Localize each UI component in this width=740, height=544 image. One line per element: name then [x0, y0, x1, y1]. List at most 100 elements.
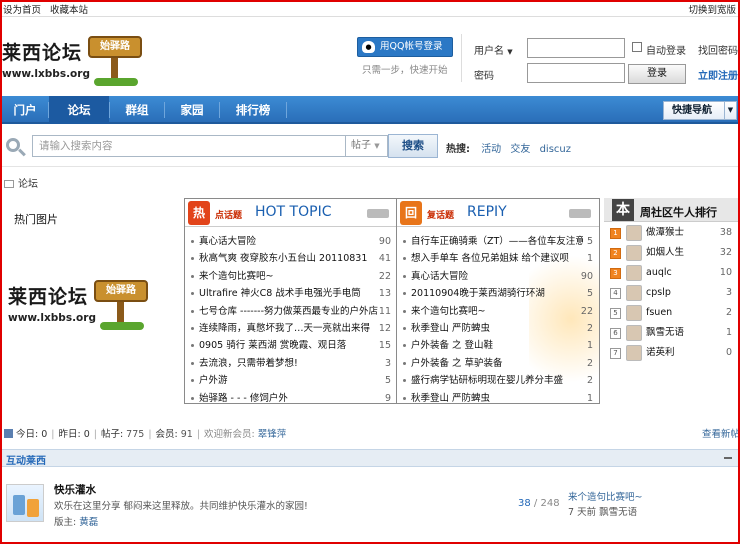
- hot-search-link[interactable]: 交友: [510, 144, 530, 155]
- view-new-posts-link[interactable]: 查看新帖: [702, 426, 740, 440]
- quick-nav-button[interactable]: 快捷导航 ▼: [663, 101, 737, 120]
- hot-pics-title: 热门图片: [14, 213, 58, 226]
- rank-title: 周社区牛人排行: [640, 206, 717, 219]
- list-item[interactable]: 户外装备 之 草驴装备 2: [397, 355, 599, 372]
- reply-panel: 回 复话题 REPIY 自行车正确骑乘（ZT）——各位车友注意 5 想入手单车 各…: [396, 198, 600, 404]
- signpost-icon: 始驿路: [94, 270, 150, 330]
- rank-row[interactable]: 4 cpslp 3: [608, 284, 738, 304]
- list-item[interactable]: 始驿路 - - - 修饲户外 9: [185, 390, 397, 403]
- avatar[interactable]: [626, 265, 642, 281]
- list-item[interactable]: 秋季登山 严防蜱虫 2: [397, 320, 599, 337]
- group-title[interactable]: 互动莱西: [6, 452, 46, 467]
- bookmark-link[interactable]: 收藏本站: [50, 5, 88, 16]
- hot-badge-icon: 热: [188, 201, 210, 225]
- moderator-link[interactable]: 黄磊: [79, 517, 98, 528]
- main-nav: 门户 论坛 群组 家园 排行榜: [2, 96, 738, 124]
- home-icon[interactable]: [4, 180, 14, 188]
- hot-search-link[interactable]: discuz: [540, 144, 571, 155]
- list-item[interactable]: 盛行病学钻研标明现在婴儿养分丰盛 2: [397, 372, 599, 389]
- list-item[interactable]: 连续降雨，真憋坏我了…天一亮就出来得 12: [185, 320, 397, 337]
- nav-item-home[interactable]: 家园: [165, 96, 219, 124]
- forum-title[interactable]: 快乐灌水: [54, 482, 96, 497]
- set-home-link[interactable]: 设为首页: [3, 5, 41, 16]
- avatar[interactable]: [626, 225, 642, 241]
- list-item[interactable]: 真心话大冒险 90: [185, 233, 397, 250]
- list-item[interactable]: 户外装备 之 登山鞋 1: [397, 337, 599, 354]
- rank-header: 本 周社区牛人排行: [604, 198, 738, 222]
- hot-pic-image[interactable]: 莱西论坛 www.lxbbs.org 始驿路: [8, 268, 150, 334]
- login-button[interactable]: 登录: [628, 64, 686, 84]
- breadcrumb-current[interactable]: 论坛: [18, 179, 38, 190]
- forum-counts: 38 / 248: [518, 498, 560, 509]
- rank-row[interactable]: 3 auqlc 10: [608, 264, 738, 284]
- rank-row[interactable]: 6 飘雪无语 1: [608, 324, 738, 344]
- list-item[interactable]: 自行车正确骑乘（ZT）——各位车友注意 5: [397, 233, 599, 250]
- rank-badge-icon: 本: [612, 199, 634, 221]
- reply-badge-icon: 回: [400, 201, 422, 225]
- nav-item-forum[interactable]: 论坛: [49, 96, 109, 124]
- rank-row[interactable]: 7 诺英利 0: [608, 344, 738, 364]
- hot-topic-panel: 热 点话题 HOT TOPIC 真心话大冒险 90 秋高气爽 夜穿胶东小五台山 2…: [184, 198, 398, 404]
- list-item[interactable]: 来个造句比赛吧~ 22: [185, 268, 397, 285]
- logo-url: www.lxbbs.org: [8, 312, 96, 324]
- list-item[interactable]: 户外游 5: [185, 372, 397, 389]
- username-input[interactable]: [527, 38, 625, 58]
- hot-search-link[interactable]: 活动: [481, 144, 501, 155]
- list-item[interactable]: 秋季登山 严防蜱虫 1: [397, 390, 599, 403]
- qq-login-label: 用QQ帐号登录: [380, 41, 443, 52]
- nav-item-groups[interactable]: 群组: [110, 96, 164, 124]
- switch-width-link[interactable]: 切换到宽版: [688, 2, 736, 16]
- register-link[interactable]: 立即注册: [698, 67, 738, 82]
- list-item[interactable]: 20110904晚于莱西湖骑行环湖 5: [397, 285, 599, 302]
- list-item[interactable]: Ultrafire 神火C8 战术手电强光手电筒 13: [185, 285, 397, 302]
- search-input[interactable]: 请输入搜索内容: [32, 135, 346, 157]
- qq-login-button[interactable]: ● 用QQ帐号登录: [357, 37, 453, 57]
- qq-login-tip: 只需一步，快速开始: [362, 65, 448, 76]
- rank-row[interactable]: 1 做潭猴士 38: [608, 224, 738, 244]
- chevron-down-icon: ▼: [374, 142, 380, 150]
- qq-penguin-icon: ●: [362, 41, 375, 53]
- avatar[interactable]: [626, 285, 642, 301]
- signpost-icon: 始驿路: [88, 26, 144, 86]
- weekly-rank-panel: 本 周社区牛人排行 1 做潭猴士 38 2 如烟人生 32 3 auqlc 10 4 cpsl…: [604, 198, 738, 364]
- new-member-link[interactable]: 翠锋萍: [258, 429, 287, 440]
- rank-row[interactable]: 2 如烟人生 32: [608, 244, 738, 264]
- top-divider: [0, 16, 740, 17]
- more-icon[interactable]: [367, 209, 389, 218]
- list-item[interactable]: 七号仓库 -------努力做莱西最专业的户外店 11: [185, 303, 397, 320]
- reply-header: 回 复话题 REPIY: [397, 199, 599, 227]
- list-item[interactable]: 想入手单车 各位兄弟姐妹 给个建议呗 1: [397, 250, 599, 267]
- forum-moderator: 版主: 黄磊: [54, 517, 99, 528]
- find-password-link[interactable]: 找回密码: [698, 42, 738, 57]
- auto-login-label: 自动登录: [646, 46, 686, 57]
- last-post-user[interactable]: 飘雪无语: [599, 507, 637, 518]
- quick-nav-label: 快捷导航: [672, 105, 712, 116]
- password-input[interactable]: [527, 63, 625, 83]
- avatar[interactable]: [626, 305, 642, 321]
- chevron-down-icon[interactable]: ▼: [507, 48, 512, 56]
- more-icon[interactable]: [569, 209, 591, 218]
- collapse-icon[interactable]: [724, 457, 732, 459]
- hot-topic-title: HOT TOPIC: [255, 204, 332, 220]
- site-logo[interactable]: 莱西论坛 www.lxbbs.org 始驿路: [2, 24, 144, 90]
- list-item[interactable]: 来个造句比赛吧~ 22: [397, 303, 599, 320]
- avatar[interactable]: [626, 245, 642, 261]
- forum-icon[interactable]: [6, 484, 44, 522]
- search-type-select[interactable]: 帖子 ▼: [346, 135, 388, 157]
- reply-title: REPIY: [467, 204, 507, 220]
- auto-login-checkbox[interactable]: [632, 42, 642, 52]
- search-button[interactable]: 搜索: [388, 134, 438, 158]
- list-item[interactable]: 去流浪，只需带着梦想! 3: [185, 355, 397, 372]
- login-divider: [461, 34, 462, 82]
- nav-item-ranking[interactable]: 排行榜: [220, 96, 286, 124]
- last-post-link[interactable]: 来个造句比赛吧~: [568, 492, 642, 503]
- avatar[interactable]: [626, 325, 642, 341]
- logo-url: www.lxbbs.org: [2, 68, 90, 80]
- list-item[interactable]: 0905 骑行 莱西湖 赏晚霞、观日落 15: [185, 337, 397, 354]
- list-item[interactable]: 真心话大冒险 90: [397, 268, 599, 285]
- logo-text: 莱西论坛: [2, 42, 83, 64]
- avatar[interactable]: [626, 345, 642, 361]
- rank-row[interactable]: 5 fsuen 2: [608, 304, 738, 324]
- nav-item-portal[interactable]: 门户: [2, 96, 48, 124]
- list-item[interactable]: 秋高气爽 夜穿胶东小五台山 20110831 41: [185, 250, 397, 267]
